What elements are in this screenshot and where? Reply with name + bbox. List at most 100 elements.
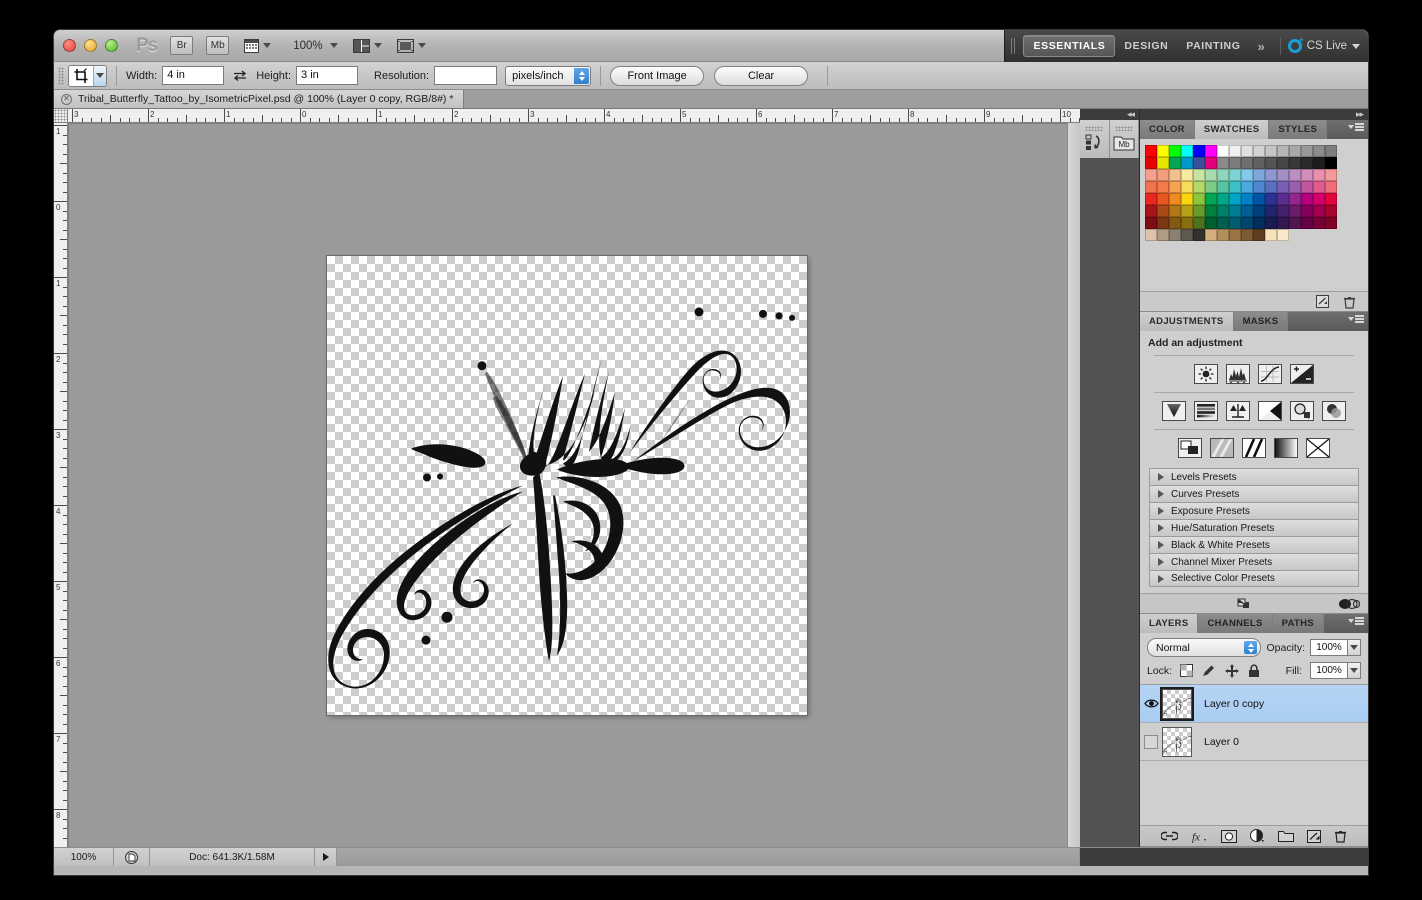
fill-slider-toggle[interactable] (1348, 662, 1361, 679)
color-balance-icon[interactable] (1226, 401, 1250, 421)
swatch-cell[interactable] (1289, 169, 1301, 181)
swatch-cell[interactable] (1193, 229, 1205, 241)
swatch-cell[interactable] (1205, 169, 1217, 181)
document-tab[interactable]: ✕ Tribal_Butterfly_Tattoo_by_IsometricPi… (54, 90, 465, 108)
swatch-cell[interactable] (1253, 193, 1265, 205)
layer-thumbnail[interactable] (1162, 726, 1192, 757)
swatch-cell[interactable] (1241, 217, 1253, 229)
swatch-cell[interactable] (1145, 217, 1157, 229)
swatch-cell[interactable] (1169, 205, 1181, 217)
hue-saturation-icon[interactable] (1194, 401, 1218, 421)
preset-selective-color[interactable]: Selective Color Presets (1149, 570, 1359, 587)
swatch-cell[interactable] (1169, 193, 1181, 205)
swatch-cell[interactable] (1325, 193, 1337, 205)
exposure-icon[interactable] (1290, 364, 1314, 384)
swatch-cell[interactable] (1253, 205, 1265, 217)
swatch-cell[interactable] (1229, 145, 1241, 157)
swatch-cell[interactable] (1181, 181, 1193, 193)
launch-mini-bridge-button[interactable]: Mb (206, 36, 230, 55)
swatch-cell[interactable] (1277, 193, 1289, 205)
tab-channels[interactable]: CHANNELS (1198, 614, 1273, 633)
delete-layer-icon[interactable] (1334, 829, 1347, 843)
swatch-cell[interactable] (1217, 205, 1229, 217)
close-window-button[interactable] (63, 39, 76, 52)
posterize-icon[interactable] (1210, 438, 1234, 458)
black-white-icon[interactable] (1258, 401, 1282, 421)
swatch-cell[interactable] (1205, 157, 1217, 169)
panel-menu-icon[interactable] (1348, 315, 1364, 323)
swatch-cell[interactable] (1217, 157, 1229, 169)
swatch-cell[interactable] (1277, 157, 1289, 169)
new-group-icon[interactable] (1278, 830, 1295, 842)
layer-style-icon[interactable]: fx (1191, 830, 1208, 843)
launch-bridge-button[interactable]: Br (170, 36, 194, 55)
new-swatch-icon[interactable] (1316, 295, 1329, 308)
tab-paths[interactable]: PATHS (1272, 614, 1324, 633)
more-workspaces-button[interactable]: » (1257, 39, 1264, 54)
swatch-cell[interactable] (1145, 193, 1157, 205)
swatch-cell[interactable] (1277, 145, 1289, 157)
swatch-cell[interactable] (1193, 181, 1205, 193)
swatch-cell[interactable] (1157, 193, 1169, 205)
preset-channel-mixer[interactable]: Channel Mixer Presets (1149, 553, 1359, 570)
vertical-ruler[interactable]: 1 0 1 2 3 4 5 6 7 8 (54, 123, 68, 847)
swatch-cell[interactable] (1205, 145, 1217, 157)
opacity-slider-toggle[interactable] (1348, 639, 1361, 656)
swatch-cell[interactable] (1277, 205, 1289, 217)
selective-color-icon[interactable] (1306, 438, 1330, 458)
gradient-map-icon[interactable] (1274, 438, 1298, 458)
zoom-window-button[interactable] (105, 39, 118, 52)
tab-layers[interactable]: LAYERS (1140, 614, 1199, 633)
swatch-cell[interactable] (1301, 181, 1313, 193)
swatch-cell[interactable] (1181, 205, 1193, 217)
table-row[interactable]: Layer 0 copy (1140, 685, 1368, 723)
swatch-cell[interactable] (1241, 193, 1253, 205)
photo-filter-icon[interactable] (1290, 401, 1314, 421)
swatch-cell[interactable] (1241, 205, 1253, 217)
layer-visibility-toggle[interactable] (1140, 734, 1162, 749)
resolution-input[interactable] (434, 66, 498, 85)
swatch-cell[interactable] (1181, 145, 1193, 157)
swatch-cell[interactable] (1241, 157, 1253, 169)
swatch-cell[interactable] (1157, 145, 1169, 157)
new-fill-adjustment-layer-icon[interactable] (1249, 829, 1265, 843)
swatch-cell[interactable] (1169, 169, 1181, 181)
tab-swatches[interactable]: SWATCHES (1194, 120, 1270, 139)
swatch-cell[interactable] (1313, 157, 1325, 169)
panel-menu-icon[interactable] (1348, 123, 1364, 131)
stepper-icon[interactable] (1244, 641, 1258, 654)
swatch-cell[interactable] (1217, 193, 1229, 205)
swatch-cell[interactable] (1313, 193, 1325, 205)
screen-mode-button[interactable] (396, 38, 426, 53)
swatch-cell[interactable] (1265, 145, 1277, 157)
swatch-cell[interactable] (1229, 157, 1241, 169)
swatch-cell[interactable] (1253, 217, 1265, 229)
collapse-dock-header[interactable]: ◂◂ (1080, 109, 1139, 120)
document-preview-button[interactable] (114, 848, 150, 866)
swatch-cell[interactable] (1193, 145, 1205, 157)
status-expand-button[interactable] (315, 848, 337, 866)
minimize-window-button[interactable] (84, 39, 97, 52)
dock-gripper[interactable] (1011, 38, 1016, 54)
swatch-cell[interactable] (1217, 217, 1229, 229)
swatch-cell[interactable] (1301, 205, 1313, 217)
table-row[interactable]: Layer 0 (1140, 723, 1368, 761)
swatch-cell[interactable] (1265, 217, 1277, 229)
swatch-cell[interactable] (1145, 205, 1157, 217)
return-to-adjustment-list-icon[interactable] (1236, 597, 1250, 610)
ruler-origin-corner[interactable] (54, 109, 68, 123)
levels-icon[interactable] (1226, 364, 1250, 384)
arrange-documents-button[interactable] (352, 38, 382, 53)
swatch-cell[interactable] (1289, 145, 1301, 157)
cs-live-button[interactable]: CS Live (1287, 35, 1360, 53)
curves-icon[interactable] (1258, 364, 1282, 384)
width-input[interactable]: 4 in (162, 66, 225, 85)
lock-all-icon[interactable] (1248, 663, 1260, 678)
swatch-cell[interactable] (1253, 157, 1265, 169)
swatch-cell[interactable] (1301, 217, 1313, 229)
swatch-cell[interactable] (1241, 181, 1253, 193)
swatch-cell[interactable] (1205, 205, 1217, 217)
swatch-cell[interactable] (1253, 229, 1265, 241)
canvas-area[interactable] (68, 123, 1080, 847)
opacity-input[interactable]: 100% (1310, 639, 1348, 656)
